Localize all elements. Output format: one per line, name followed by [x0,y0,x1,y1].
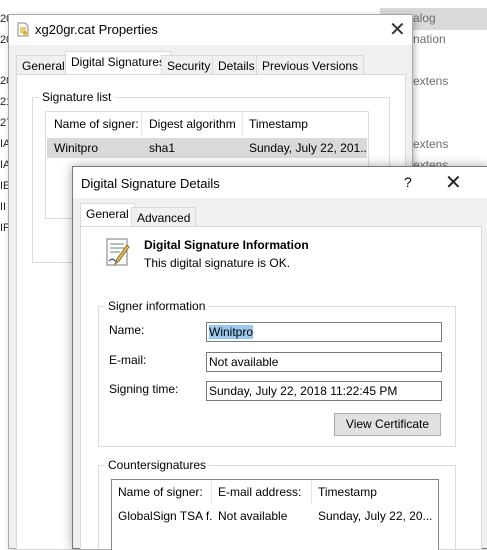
name-value: Winitpro [209,325,254,339]
signature-details-dialog: Digital Signature Details ? ✕ General Ad… [72,166,487,550]
info-heading: Digital Signature Information [144,238,309,252]
column-header-signer[interactable]: Name of signer: [54,112,139,136]
countersignatures-group: Countersignatures Name of signer: E-mail… [98,458,456,550]
column-header-digest[interactable]: Digest algorithm [149,112,236,136]
email-label: E-mail: [109,353,147,367]
tab-details[interactable]: Details [212,55,261,75]
column-separator [141,112,142,136]
details-title: Digital Signature Details [81,176,220,191]
cell-timestamp: Sunday, July 22, 201... [249,141,367,155]
name-field[interactable]: Winitpro [206,322,442,342]
help-button[interactable]: ? [404,174,412,190]
signer-information-group: Signer information Name: Winitpro E-mail… [98,299,456,447]
column-header-timestamp[interactable]: Timestamp [249,112,308,136]
tab-digital-signatures[interactable]: Digital Signatures [65,51,172,75]
column-header-timestamp[interactable]: Timestamp [318,480,377,504]
tab-general[interactable]: General [80,203,135,227]
background-text: extens [413,137,449,151]
background-text: alog [413,11,436,25]
view-certificate-button[interactable]: View Certificate [334,413,441,436]
cell-timestamp: Sunday, July 22, 20... [318,509,433,523]
column-separator [211,480,212,504]
properties-titlebar[interactable]: xg20gr.cat Properties ✕ [9,15,412,45]
background-text: extens [413,74,449,88]
background-text: II [0,201,7,213]
tab-previous-versions[interactable]: Previous Versions [256,55,365,75]
tab-general[interactable]: General [16,55,71,75]
column-separator [311,480,312,504]
signature-list-label: Signature list [39,90,115,104]
properties-tab-strip: General Digital Signatures Security Deta… [16,51,404,75]
background-text: nation [413,32,446,46]
tab-security[interactable]: Security [161,55,217,75]
cell-digest: sha1 [149,141,176,155]
properties-title: xg20gr.cat Properties [35,22,158,37]
column-header-email[interactable]: E-mail address: [218,480,301,504]
tab-advanced[interactable]: Advanced [131,207,197,227]
countersignatures-label: Countersignatures [105,458,210,472]
table-row[interactable]: Winitpro sha1 Sunday, July 22, 201... [47,138,367,158]
signer-information-label: Signer information [105,299,209,313]
signing-time-label: Signing time: [109,382,179,396]
certificate-icon [105,237,135,269]
name-label: Name: [109,323,145,337]
cell-signer: Winitpro [54,141,99,155]
column-header-signer[interactable]: Name of signer: [118,480,203,504]
details-close-icon[interactable]: ✕ [445,172,462,192]
catalog-file-icon [17,22,29,37]
cell-email: Not available [218,509,288,523]
countersignature-list[interactable]: Name of signer: E-mail address: Timestam… [111,479,439,550]
column-separator [242,112,243,136]
signing-time-field[interactable]: Sunday, July 22, 2018 11:22:45 PM [206,381,442,401]
details-general-panel: Digital Signature Information This digit… [80,226,482,550]
properties-close-icon[interactable]: ✕ [389,19,406,39]
details-titlebar[interactable]: Digital Signature Details ? ✕ [73,167,487,198]
table-row[interactable]: GlobalSign TSA f... Not available Sunday… [113,506,437,526]
cell-signer: GlobalSign TSA f... [118,509,213,523]
details-tab-strip: General Advanced [80,203,197,227]
info-text: This digital signature is OK. [144,256,291,270]
email-field[interactable]: Not available [206,352,442,372]
